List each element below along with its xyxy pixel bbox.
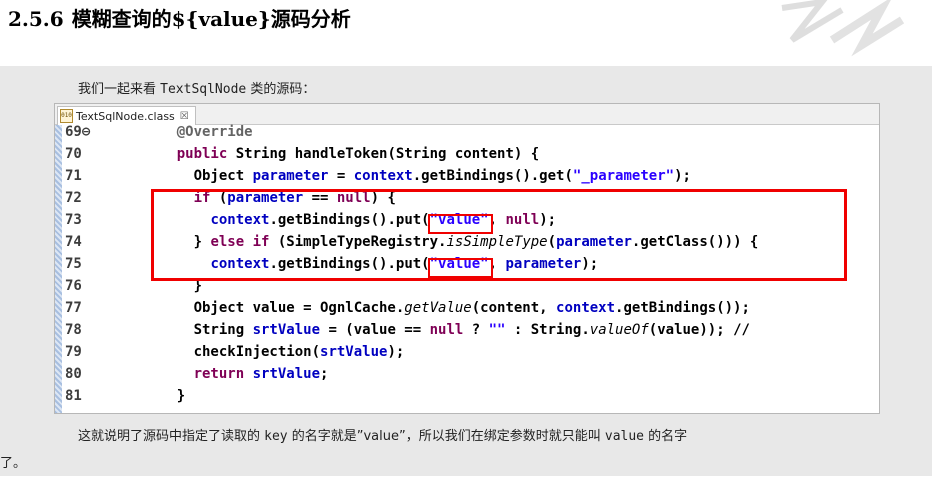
- section-title: 模糊查询的${value}源码分析: [71, 7, 351, 31]
- intro-text: 我们一起来看: [78, 82, 161, 97]
- highlight-box-value-string: [427, 258, 493, 278]
- explain-text: 这就说明了源码中指定了读取的: [78, 429, 265, 444]
- code-editor-screenshot: 010 TextSqlNode.class ☒ 69⊖ @Override 70 …: [54, 103, 880, 414]
- code-text: }: [143, 388, 186, 404]
- line-number: 72: [65, 190, 82, 206]
- explain-value-word: value: [604, 429, 645, 444]
- section-heading: 2.5.6 模糊查询的${value}源码分析: [8, 3, 351, 32]
- highlight-box-value-string: [427, 214, 493, 234]
- line-number: 80: [65, 366, 82, 382]
- explain-key-word: key: [264, 429, 288, 444]
- code-line: 79 checkInjection(srtValue);: [55, 341, 879, 363]
- code-text: Object parameter = context.getBindings()…: [143, 168, 691, 184]
- watermark-logo: [781, 0, 905, 57]
- code-line: 71 Object parameter = context.getBinding…: [55, 165, 879, 187]
- explain-text: 的名字就是”value”，所以我们在绑定参数时就只能叫: [287, 429, 605, 444]
- code-text: @Override: [176, 124, 253, 140]
- section-number: 2.5.6: [8, 7, 64, 31]
- code-text: public String handleToken(String content…: [176, 146, 540, 162]
- line-number: 77: [65, 300, 82, 316]
- line-number: 75: [65, 256, 82, 272]
- line-number: 74: [65, 234, 82, 250]
- close-tab-icon[interactable]: ☒: [180, 111, 189, 122]
- line-number: 71: [65, 168, 82, 184]
- code-line: 69⊖ @Override: [55, 121, 879, 143]
- line-number: 73: [65, 212, 82, 228]
- intro-paragraph: 我们一起来看 TextSqlNode 类的源码：: [78, 78, 315, 97]
- code-text: return srtValue;: [193, 366, 329, 382]
- explanation-paragraph: 这就说明了源码中指定了读取的 key 的名字就是”value”，所以我们在绑定参…: [0, 423, 932, 477]
- code-line: 81 }: [55, 385, 879, 407]
- intro-class-name: TextSqlNode: [160, 82, 247, 97]
- explain-text: 的名字: [644, 429, 688, 444]
- code-line: 80 return srtValue;: [55, 363, 879, 385]
- line-number: 81: [65, 388, 82, 404]
- code-text: Object value = OgnlCache.getValue(conten…: [143, 300, 750, 316]
- highlight-box-if-block: [151, 189, 847, 281]
- intro-text-end: 类的源码：: [246, 82, 316, 97]
- code-text: String srtValue = (value == null ? "" : …: [143, 322, 750, 338]
- line-number: 69⊖: [65, 124, 91, 140]
- code-line: 77 Object value = OgnlCache.getValue(con…: [55, 297, 879, 319]
- code-text: checkInjection(srtValue);: [143, 344, 405, 360]
- code-line: 70 public String handleToken(String cont…: [55, 143, 879, 165]
- explain-text-end: 了。: [0, 456, 27, 471]
- line-number: 78: [65, 322, 82, 338]
- line-number: 76: [65, 278, 82, 294]
- line-number: 70: [65, 146, 82, 162]
- code-line: 78 String srtValue = (value == null ? ""…: [55, 319, 879, 341]
- line-number: 79: [65, 344, 82, 360]
